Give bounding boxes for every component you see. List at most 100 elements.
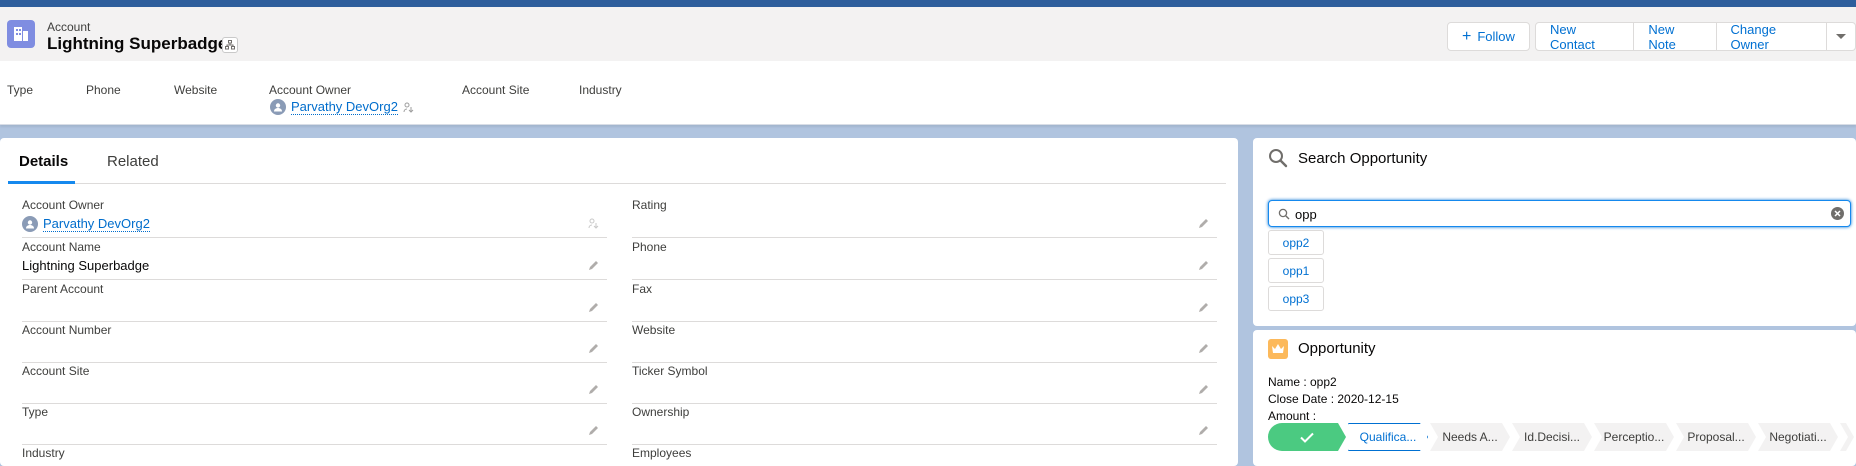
add-icon: + bbox=[1462, 27, 1472, 45]
field-fax: Fax bbox=[632, 282, 1217, 322]
chevron-down-icon bbox=[1836, 33, 1847, 39]
edit-icon[interactable] bbox=[1197, 382, 1211, 396]
field-parent-account: Parent Account bbox=[22, 282, 607, 322]
search-result-item[interactable]: opp2 bbox=[1268, 230, 1324, 255]
opportunity-amount: Amount : bbox=[1268, 409, 1317, 423]
opportunity-close-date: Close Date : 2020-12-15 bbox=[1268, 392, 1399, 406]
opportunity-icon bbox=[1268, 339, 1288, 359]
field-account-name: Account Name Lightning Superbadge bbox=[22, 240, 607, 280]
edit-icon[interactable] bbox=[587, 423, 601, 437]
path-stage[interactable]: Perceptio... bbox=[1594, 423, 1674, 451]
field-label: Account Site bbox=[22, 364, 90, 378]
field-label: Fax bbox=[632, 282, 653, 296]
path-stage[interactable]: Needs A... bbox=[1430, 423, 1510, 451]
field-ticker-symbol: Ticker Symbol bbox=[632, 364, 1217, 404]
field-label: Parent Account bbox=[22, 282, 104, 296]
avatar-icon bbox=[270, 99, 286, 115]
field-label: Phone bbox=[632, 240, 667, 254]
edit-icon[interactable] bbox=[587, 258, 601, 272]
path-stage[interactable]: Negotiati... bbox=[1758, 423, 1838, 451]
highlight-owner-label: Account Owner bbox=[269, 83, 352, 97]
owner-change-icon[interactable] bbox=[403, 101, 415, 113]
record-header: Account Lightning Superbadge + Follow Ne… bbox=[0, 7, 1856, 125]
search-field bbox=[1268, 200, 1851, 227]
search-input[interactable] bbox=[1295, 205, 1815, 223]
clear-icon[interactable] bbox=[1831, 207, 1844, 220]
field-account-site: Account Site bbox=[22, 364, 607, 404]
field-industry: Industry bbox=[22, 446, 607, 466]
highlight-type-label: Type bbox=[7, 83, 34, 97]
field-employees: Employees bbox=[632, 446, 1217, 466]
edit-icon[interactable] bbox=[587, 300, 601, 314]
field-label: Account Number bbox=[22, 323, 112, 337]
field-value: Lightning Superbadge bbox=[22, 258, 150, 273]
field-label: Account Name bbox=[22, 240, 101, 254]
edit-icon[interactable] bbox=[587, 382, 601, 396]
highlight-site-label: Account Site bbox=[462, 83, 530, 97]
edit-icon[interactable] bbox=[1197, 300, 1211, 314]
field-account-owner: Account Owner Parvathy DevOrg2 bbox=[22, 198, 607, 238]
action-buttons: New Contact New Note Change Owner bbox=[1535, 22, 1856, 52]
opportunity-name: Name : opp2 bbox=[1268, 375, 1337, 389]
field-label: Website bbox=[632, 323, 676, 337]
owner-change-icon[interactable] bbox=[587, 216, 601, 230]
record-tabs: Details Related bbox=[8, 153, 1226, 184]
edit-icon[interactable] bbox=[1197, 216, 1211, 230]
new-note-button[interactable]: New Note bbox=[1634, 22, 1717, 52]
field-label: Account Owner bbox=[22, 198, 105, 212]
follow-label: Follow bbox=[1477, 29, 1515, 44]
edit-icon[interactable] bbox=[1197, 258, 1211, 272]
check-icon bbox=[1300, 432, 1314, 443]
opportunity-card: Opportunity Name : opp2 Close Date : 202… bbox=[1253, 330, 1856, 466]
details-card: Details Related Account Owner Parvathy D… bbox=[0, 138, 1238, 466]
path-stage-complete[interactable] bbox=[1268, 423, 1346, 451]
highlight-industry-label: Industry bbox=[579, 83, 622, 97]
account-icon bbox=[7, 20, 35, 48]
field-label: Ticker Symbol bbox=[632, 364, 708, 378]
field-label: Ownership bbox=[632, 405, 690, 419]
more-actions-button[interactable] bbox=[1827, 22, 1856, 51]
opportunity-card-title: Opportunity bbox=[1298, 340, 1376, 357]
field-value: Parvathy DevOrg2 bbox=[22, 216, 150, 232]
field-website: Website bbox=[632, 323, 1217, 363]
search-icon bbox=[1278, 208, 1290, 220]
field-type: Type bbox=[22, 405, 607, 445]
highlight-owner-value: Parvathy DevOrg2 bbox=[270, 99, 415, 115]
search-result-item[interactable]: opp1 bbox=[1268, 258, 1324, 283]
path-stage-overflow bbox=[1840, 423, 1854, 451]
field-ownership: Ownership bbox=[632, 405, 1217, 445]
search-icon bbox=[1269, 149, 1288, 168]
field-phone: Phone bbox=[632, 240, 1217, 280]
object-label: Account bbox=[47, 20, 91, 34]
hierarchy-icon[interactable] bbox=[222, 37, 238, 53]
search-card-title: Search Opportunity bbox=[1298, 150, 1428, 167]
highlight-website-label: Website bbox=[174, 83, 218, 97]
path-stage-current[interactable]: Qualifica... bbox=[1348, 423, 1428, 451]
tab-related[interactable]: Related bbox=[107, 153, 159, 184]
edit-icon[interactable] bbox=[1197, 341, 1211, 355]
field-label: Employees bbox=[632, 446, 692, 460]
field-account-number: Account Number bbox=[22, 323, 607, 363]
record-title: Lightning Superbadge bbox=[47, 34, 228, 53]
field-rating: Rating bbox=[632, 198, 1217, 238]
field-label: Type bbox=[22, 405, 49, 419]
follow-group: + Follow bbox=[1447, 22, 1530, 51]
search-opportunity-card: Search Opportunity opp2 opp1 opp3 bbox=[1253, 138, 1856, 326]
edit-icon[interactable] bbox=[1197, 423, 1211, 437]
highlight-phone-label: Phone bbox=[86, 83, 121, 97]
edit-icon[interactable] bbox=[587, 341, 601, 355]
field-label: Industry bbox=[22, 446, 65, 460]
avatar-icon bbox=[22, 216, 38, 232]
search-result-item[interactable]: opp3 bbox=[1268, 286, 1324, 311]
opportunity-path: Qualifica... Needs A... Id.Decisi... Per… bbox=[1268, 423, 1856, 451]
field-label: Rating bbox=[632, 198, 667, 212]
follow-button[interactable]: + Follow bbox=[1447, 22, 1530, 51]
path-stage[interactable]: Id.Decisi... bbox=[1512, 423, 1592, 451]
owner-link[interactable]: Parvathy DevOrg2 bbox=[43, 216, 150, 232]
path-stage[interactable]: Proposal... bbox=[1676, 423, 1756, 451]
change-owner-button[interactable]: Change Owner bbox=[1716, 22, 1828, 52]
tab-details[interactable]: Details bbox=[8, 153, 75, 184]
new-contact-button[interactable]: New Contact bbox=[1535, 22, 1635, 52]
top-brand-bar bbox=[0, 0, 1856, 7]
owner-link[interactable]: Parvathy DevOrg2 bbox=[291, 99, 398, 115]
